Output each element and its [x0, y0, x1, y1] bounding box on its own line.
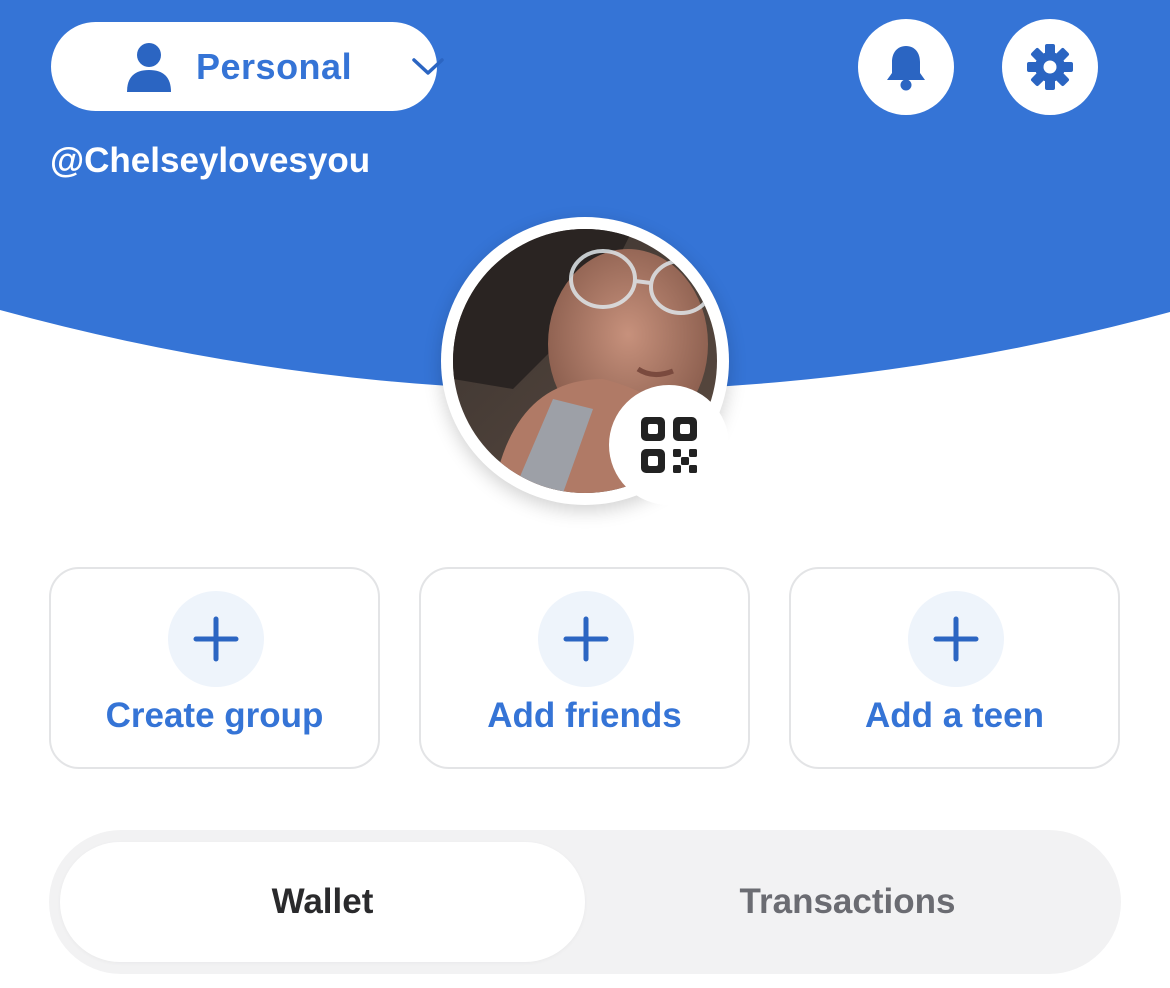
plus-icon: [908, 591, 1004, 687]
qr-code-button[interactable]: [609, 385, 729, 505]
bell-icon: [887, 46, 925, 91]
tab-wallet-label: Wallet: [271, 882, 374, 921]
tab-wallet[interactable]: Wallet: [60, 842, 585, 962]
plus-icon: [168, 591, 264, 687]
account-switcher[interactable]: Personal: [51, 22, 444, 111]
account-switcher-label: Personal: [196, 46, 353, 87]
add-a-teen-button[interactable]: Add a teen: [789, 567, 1120, 769]
add-friends-button[interactable]: Add friends: [419, 567, 750, 769]
wallet-transactions-tabs: Wallet Transactions: [49, 830, 1121, 974]
create-group-button[interactable]: Create group: [49, 567, 380, 769]
add-a-teen-label: Add a teen: [865, 696, 1044, 735]
avatar[interactable]: [441, 217, 729, 505]
plus-icon: [538, 591, 634, 687]
username: @Chelseylovesyou: [50, 141, 371, 180]
chevron-down-icon: [412, 58, 444, 75]
tab-transactions[interactable]: Transactions: [585, 842, 1110, 962]
notifications-button[interactable]: [858, 19, 954, 115]
create-group-label: Create group: [105, 696, 324, 735]
settings-button[interactable]: [1002, 19, 1098, 115]
gear-icon: [1027, 44, 1073, 90]
person-icon: [127, 43, 171, 92]
tab-transactions-label: Transactions: [739, 882, 956, 921]
qr-code-icon: [641, 417, 697, 473]
add-friends-label: Add friends: [487, 696, 682, 735]
